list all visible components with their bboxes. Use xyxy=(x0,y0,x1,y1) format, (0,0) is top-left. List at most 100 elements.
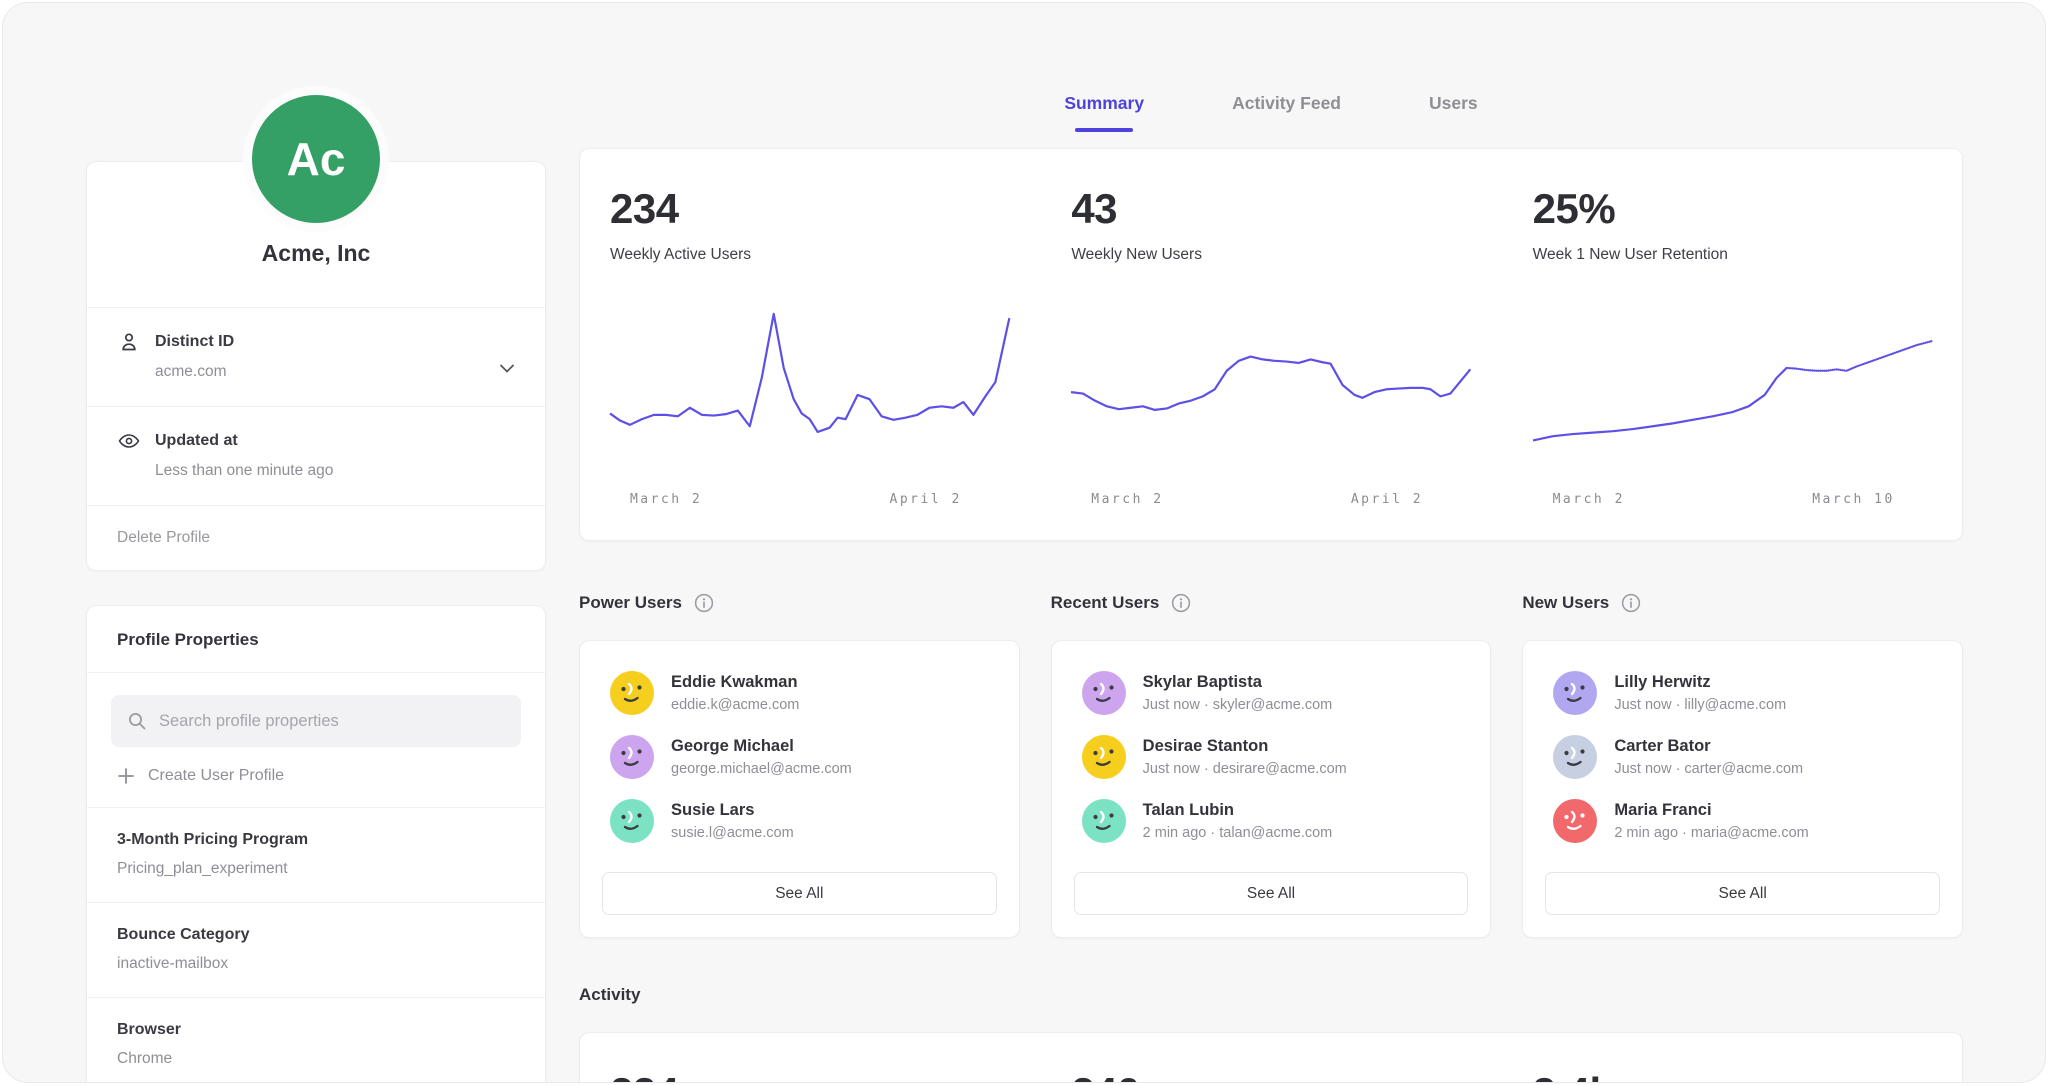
tab-summary-label: Summary xyxy=(1064,93,1144,113)
property-row[interactable]: 3-Month Pricing Program Pricing_plan_exp… xyxy=(87,807,545,902)
search-icon xyxy=(126,710,148,732)
create-user-profile-button[interactable]: Create User Profile xyxy=(87,755,545,807)
user-row[interactable]: Maria Franci 2 min ago · maria@acme.com xyxy=(1545,789,1940,853)
chart-x-axis: March 2 March 10 xyxy=(1533,480,1932,516)
property-row[interactable]: Bounce Category inactive-mailbox xyxy=(87,902,545,997)
user-avatar xyxy=(1082,671,1126,715)
profile-sidebar: Ac Acme, Inc Distinct ID acme.com xyxy=(86,3,546,1082)
eye-icon xyxy=(117,429,141,453)
user-subtitle: Just now · desirare@acme.com xyxy=(1143,761,1347,777)
user-subtitle: Just now · carter@acme.com xyxy=(1614,761,1803,777)
search-box xyxy=(111,695,521,747)
stat-retention: 25% Week 1 New User Retention March 2 Ma… xyxy=(1533,185,1932,516)
user-subtitle: Just now · lilly@acme.com xyxy=(1614,697,1786,713)
info-icon[interactable] xyxy=(1171,593,1191,613)
user-row[interactable]: Eddie Kwakman eddie.k@acme.com xyxy=(602,661,997,725)
company-avatar-initials: Ac xyxy=(287,132,346,186)
stat-label: Weekly Active Users xyxy=(610,246,1009,264)
distinct-id-value: acme.com xyxy=(155,363,515,381)
x-axis-label: March 2 xyxy=(1091,492,1163,507)
tab-users-label: Users xyxy=(1429,93,1478,113)
search-input[interactable] xyxy=(159,712,506,731)
user-row[interactable]: Desirae Stanton Just now · desirare@acme… xyxy=(1074,725,1469,789)
delete-profile-button[interactable]: Delete Profile xyxy=(87,505,545,570)
distinct-id-row: Distinct ID acme.com xyxy=(87,307,545,406)
user-avatar xyxy=(610,735,654,779)
property-value: inactive-mailbox xyxy=(117,955,515,973)
user-subtitle: Just now · skyler@acme.com xyxy=(1143,697,1333,713)
tab-summary[interactable]: Summary xyxy=(1060,87,1148,132)
activity-stat-value: 3.4k xyxy=(1533,1069,1932,1083)
x-axis-label: April 2 xyxy=(890,492,962,507)
users-card: Skylar Baptista Just now · skyler@acme.c… xyxy=(1051,640,1492,938)
user-subtitle: george.michael@acme.com xyxy=(671,761,852,777)
retention-chart xyxy=(1533,306,1932,464)
user-section-column: Recent Users Skylar Baptista Just now · … xyxy=(1051,593,1492,938)
info-icon[interactable] xyxy=(694,593,714,613)
user-avatar xyxy=(1553,671,1597,715)
tab-users[interactable]: Users xyxy=(1425,87,1482,132)
user-row[interactable]: Carter Bator Just now · carter@acme.com xyxy=(1545,725,1940,789)
user-row[interactable]: Skylar Baptista Just now · skyler@acme.c… xyxy=(1074,661,1469,725)
user-subtitle: susie.l@acme.com xyxy=(671,825,794,841)
property-row[interactable]: Browser Chrome xyxy=(87,997,545,1083)
main-content: Summary Activity Feed Users 234 Weekly A… xyxy=(579,3,1963,1082)
create-user-profile-label: Create User Profile xyxy=(148,767,284,785)
user-avatar xyxy=(1082,735,1126,779)
user-subtitle: 2 min ago · talan@acme.com xyxy=(1143,825,1333,841)
stat-label: Weekly New Users xyxy=(1071,246,1470,264)
user-row[interactable]: George Michael george.michael@acme.com xyxy=(602,725,997,789)
user-name: Carter Bator xyxy=(1614,737,1803,756)
activity-stat-value: 234 xyxy=(610,1069,1009,1083)
user-avatar xyxy=(610,799,654,843)
user-row[interactable]: Lilly Herwitz Just now · lilly@acme.com xyxy=(1545,661,1940,725)
user-name: Skylar Baptista xyxy=(1143,673,1333,692)
section-title: Power Users xyxy=(579,593,682,613)
stat-value: 43 xyxy=(1071,185,1470,233)
user-subtitle: 2 min ago · maria@acme.com xyxy=(1614,825,1808,841)
x-axis-label: March 2 xyxy=(1553,492,1625,507)
user-name: Lilly Herwitz xyxy=(1614,673,1786,692)
see-all-button[interactable]: See All xyxy=(1545,872,1940,915)
stat-weekly-new-users: 43 Weekly New Users March 2 April 2 xyxy=(1071,185,1470,516)
property-name: Bounce Category xyxy=(117,926,515,944)
user-sections: Power Users Eddie Kwakman eddie.k@acme.c… xyxy=(579,593,1963,938)
property-name: 3-Month Pricing Program xyxy=(117,831,515,849)
user-avatar xyxy=(1553,735,1597,779)
updated-at-row: Updated at Less than one minute ago xyxy=(87,406,545,505)
tab-activity-feed-label: Activity Feed xyxy=(1232,93,1341,113)
tab-bar: Summary Activity Feed Users xyxy=(579,87,1963,132)
stat-label: Week 1 New User Retention xyxy=(1533,246,1932,264)
plus-icon xyxy=(117,767,135,785)
user-section-column: Power Users Eddie Kwakman eddie.k@acme.c… xyxy=(579,593,1020,938)
app-window: Ac Acme, Inc Distinct ID acme.com xyxy=(2,2,2046,1083)
user-name: Maria Franci xyxy=(1614,801,1808,820)
updated-at-value: Less than one minute ago xyxy=(155,462,515,480)
active-tab-underline xyxy=(1075,128,1133,132)
user-avatar xyxy=(1553,799,1597,843)
stat-value: 234 xyxy=(610,185,1009,233)
chart-x-axis: March 2 April 2 xyxy=(1071,480,1470,516)
stat-weekly-active-users: 234 Weekly Active Users March 2 April 2 xyxy=(610,185,1009,516)
tab-activity-feed[interactable]: Activity Feed xyxy=(1228,87,1345,132)
user-avatar xyxy=(610,671,654,715)
user-name: Susie Lars xyxy=(671,801,794,820)
stat-value: 25% xyxy=(1533,185,1932,233)
chevron-down-icon[interactable] xyxy=(495,356,519,380)
see-all-button[interactable]: See All xyxy=(602,872,997,915)
activity-card: 234 240 3.4k xyxy=(579,1032,1963,1083)
property-value: Chrome xyxy=(117,1050,515,1068)
user-row[interactable]: Talan Lubin 2 min ago · talan@acme.com xyxy=(1074,789,1469,853)
person-icon xyxy=(117,330,141,354)
see-all-button[interactable]: See All xyxy=(1074,872,1469,915)
user-name: Talan Lubin xyxy=(1143,801,1333,820)
section-title: Recent Users xyxy=(1051,593,1160,613)
user-avatar xyxy=(1082,799,1126,843)
weekly-new-users-chart xyxy=(1071,306,1470,464)
property-name: Browser xyxy=(117,1021,515,1039)
user-row[interactable]: Susie Lars susie.l@acme.com xyxy=(602,789,997,853)
x-axis-label: March 10 xyxy=(1812,492,1895,507)
search-row xyxy=(87,672,545,755)
user-subtitle: eddie.k@acme.com xyxy=(671,697,799,713)
info-icon[interactable] xyxy=(1621,593,1641,613)
